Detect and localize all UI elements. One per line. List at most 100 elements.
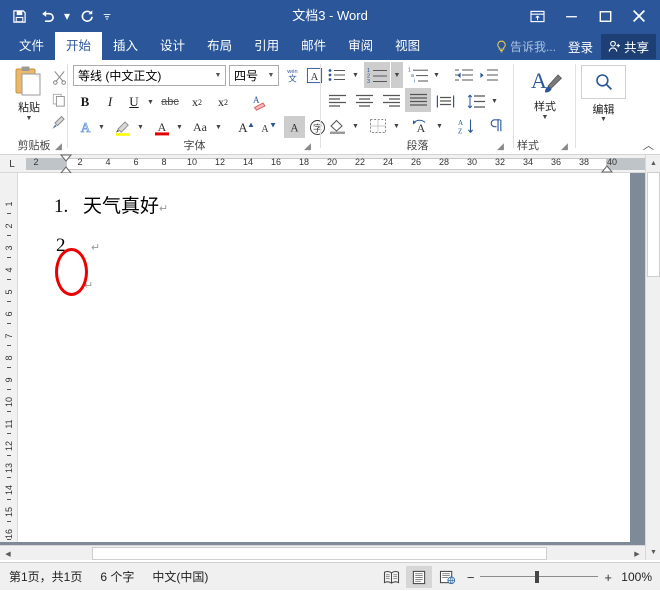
numbering-button[interactable]: 123 (364, 62, 390, 88)
bullets-dropdown-icon[interactable]: ▼ (350, 64, 361, 86)
copy-button[interactable] (50, 89, 68, 111)
close-icon[interactable] (622, 0, 656, 32)
page-info[interactable]: 第1页，共1页 (0, 568, 91, 585)
vertical-scroll-thumb[interactable] (647, 172, 660, 277)
tab-references[interactable]: 引用 (243, 32, 290, 60)
word-count[interactable]: 6 个字 (91, 568, 143, 585)
language-indicator[interactable]: 中文(中国) (143, 568, 217, 585)
change-case-button[interactable]: Aa (188, 116, 212, 138)
shading-button[interactable] (325, 115, 349, 137)
subscript-button[interactable]: x2 (186, 91, 208, 113)
paste-dropdown-icon[interactable]: ▼ (26, 115, 33, 122)
tab-home[interactable]: 开始 (55, 32, 103, 60)
tab-review[interactable]: 审阅 (337, 32, 384, 60)
horizontal-scroll-thumb[interactable] (92, 547, 547, 560)
borders-dropdown-icon[interactable]: ▼ (391, 115, 402, 137)
tab-stop-selector[interactable]: L (4, 157, 20, 171)
paragraph-dialog-launcher[interactable]: ◢ (497, 141, 508, 152)
align-left-button[interactable] (325, 90, 349, 112)
underline-dropdown-icon[interactable]: ▼ (145, 91, 156, 113)
decrease-indent-button[interactable] (452, 64, 475, 86)
asian-layout-button[interactable]: A (409, 115, 433, 137)
tab-file[interactable]: 文件 (8, 32, 55, 60)
scroll-down-arrow-icon[interactable]: ▼ (646, 544, 660, 560)
tab-layout[interactable]: 布局 (196, 32, 243, 60)
grow-font-button[interactable]: A (236, 116, 256, 138)
sort-button[interactable]: AZ (454, 115, 478, 137)
list-item-1[interactable]: 1. 天气真好↵ (54, 191, 168, 218)
first-line-indent-marker[interactable] (60, 154, 72, 162)
find-button[interactable] (581, 65, 626, 99)
format-painter-button[interactable] (48, 112, 68, 134)
read-mode-view-button[interactable] (378, 566, 404, 588)
web-layout-view-button[interactable] (434, 566, 460, 588)
superscript-button[interactable]: x2 (212, 91, 234, 113)
numbering-dropdown-icon[interactable]: ▼ (391, 62, 403, 88)
multilevel-list-dropdown-icon[interactable]: ▼ (431, 64, 442, 86)
zoom-slider-handle[interactable] (535, 571, 540, 583)
maximize-icon[interactable] (588, 0, 622, 32)
zoom-level[interactable]: 100% (618, 570, 652, 584)
clipboard-dialog-launcher[interactable]: ◢ (55, 141, 66, 152)
line-spacing-button[interactable] (464, 90, 488, 112)
borders-button[interactable] (366, 115, 390, 137)
horizontal-ruler[interactable]: L 2 2 4 6 8 10 12 14 16 18 20 22 24 26 2… (0, 154, 645, 174)
vertical-ruler[interactable]: 1 2 3 4 5 6 7 8 9 10 11 12 13 14 15 16 (0, 173, 18, 542)
font-color-dropdown-icon[interactable]: ▼ (174, 116, 185, 138)
bullets-button[interactable] (325, 64, 349, 86)
zoom-slider[interactable] (480, 570, 599, 584)
tab-view[interactable]: 视图 (384, 32, 431, 60)
shading-dropdown-icon[interactable]: ▼ (350, 115, 361, 137)
scroll-right-arrow-icon[interactable]: ▶ (629, 546, 645, 561)
font-size-dropdown-icon[interactable]: ▼ (264, 72, 278, 79)
scroll-up-arrow-icon[interactable]: ▲ (646, 155, 660, 171)
tab-insert[interactable]: 插入 (102, 32, 149, 60)
text-effects-button[interactable]: A (75, 116, 95, 138)
shrink-font-button[interactable]: A (258, 116, 278, 138)
font-name-dropdown-icon[interactable]: ▼ (211, 72, 225, 79)
show-formatting-marks-button[interactable] (484, 115, 508, 137)
italic-button[interactable]: I (100, 91, 120, 113)
print-layout-view-button[interactable] (406, 566, 432, 588)
font-name-combo[interactable]: 等线 (中文正文) ▼ (73, 65, 226, 86)
text-highlight-color-button[interactable] (112, 116, 134, 138)
collapse-ribbon-button[interactable]: ︿ (643, 137, 654, 153)
paste-button[interactable]: 粘贴 ▼ (6, 64, 52, 138)
minimize-icon[interactable] (554, 0, 588, 32)
font-dialog-launcher[interactable]: ◢ (304, 141, 315, 152)
phonetic-guide-button[interactable]: wén 文 (282, 64, 302, 86)
share-button[interactable]: 共享 (600, 33, 656, 59)
styles-dialog-launcher[interactable]: ◢ (561, 141, 572, 152)
align-center-button[interactable] (352, 90, 376, 112)
increase-indent-button[interactable] (477, 64, 500, 86)
editing-dropdown-icon[interactable]: ▼ (581, 116, 626, 123)
horizontal-scrollbar[interactable]: ◀ ▶ (0, 545, 645, 560)
underline-button[interactable]: U (124, 91, 144, 113)
justify-button[interactable] (405, 88, 431, 112)
vertical-scrollbar[interactable]: ▲ ▼ (645, 155, 660, 560)
font-size-combo[interactable]: 四号 ▼ (229, 65, 279, 86)
zoom-in-button[interactable]: + (604, 570, 612, 585)
text-effects-dropdown-icon[interactable]: ▼ (96, 116, 107, 138)
sign-in-button[interactable]: 登录 (562, 37, 599, 56)
styles-button[interactable]: A 样式 ▼ (522, 66, 568, 121)
cut-button[interactable] (50, 66, 68, 88)
tab-design[interactable]: 设计 (149, 32, 196, 60)
strikethrough-button[interactable]: abc (159, 91, 181, 113)
highlight-color-dropdown-icon[interactable]: ▼ (135, 116, 146, 138)
bold-button[interactable]: B (75, 91, 95, 113)
clear-formatting-button[interactable]: A (246, 91, 268, 113)
align-right-button[interactable] (379, 90, 403, 112)
change-case-dropdown-icon[interactable]: ▼ (213, 116, 224, 138)
character-shading-button[interactable]: A (284, 116, 305, 138)
tell-me-box[interactable]: 告诉我... (492, 38, 560, 55)
asian-layout-dropdown-icon[interactable]: ▼ (434, 115, 445, 137)
multilevel-list-button[interactable]: 1ai (406, 64, 430, 86)
ribbon-options-icon[interactable] (520, 0, 554, 32)
font-color-button[interactable]: A (151, 116, 173, 138)
document-page[interactable]: 1. 天气真好↵ 2. ↵ ↵ (18, 173, 630, 542)
styles-dropdown-icon[interactable]: ▼ (542, 114, 549, 121)
zoom-out-button[interactable]: − (467, 570, 475, 585)
tab-mailings[interactable]: 邮件 (290, 32, 337, 60)
scroll-left-arrow-icon[interactable]: ◀ (0, 546, 16, 561)
